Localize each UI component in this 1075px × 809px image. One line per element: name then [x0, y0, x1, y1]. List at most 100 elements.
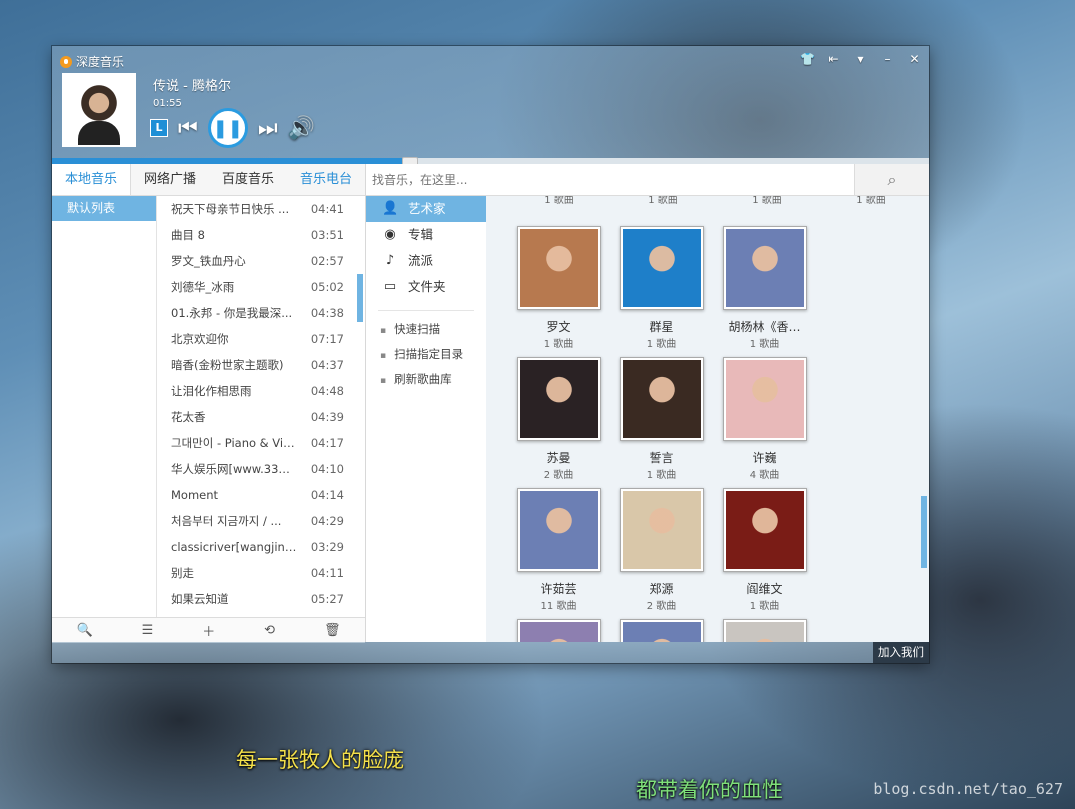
artist-name: 许茹芸 [540, 582, 577, 596]
song-row[interactable]: 01.永邦 - 你是我最深... 04:38 [156, 300, 352, 326]
artist-photo [722, 488, 807, 572]
repeat-icon[interactable]: ⟲ [264, 623, 275, 638]
song-row[interactable]: 让泪化作相思雨 04:48 [156, 378, 352, 404]
artist-tile[interactable]: 胡杨林《香… 1 歌曲 [713, 226, 816, 357]
category-folder[interactable]: ▭ 文件夹 [366, 274, 486, 300]
tab-baidu-music[interactable]: 百度音乐 [209, 164, 287, 195]
loop-mode-button[interactable]: L [150, 119, 168, 137]
category-artist[interactable]: 👤 艺术家 [366, 196, 486, 222]
tab-music-radio[interactable]: 音乐电台 [287, 164, 365, 195]
song-list-scrollbar[interactable] [357, 274, 363, 322]
song-row[interactable]: 暗香(金粉世家主题歌) 04:37 [156, 352, 352, 378]
artist-name: 郑源 [649, 582, 674, 596]
artist-name: 许巍 [752, 451, 777, 465]
search-input[interactable] [366, 164, 852, 195]
category-genre[interactable]: ♪ 流派 [366, 248, 486, 274]
song-name: 如果云知道 [171, 592, 229, 606]
skin-icon[interactable]: 👕 [800, 52, 815, 66]
artist-photo [722, 619, 807, 642]
watermark: blog.csdn.net/tao_627 [873, 780, 1063, 798]
main-body: 本地音乐 网络广播 百度音乐 音乐电台 默认列表 祝天下母亲节日快乐 ... 04… [52, 164, 929, 643]
song-row[interactable]: 华人娱乐网[www.33… 04:10 [156, 456, 352, 482]
artist-count: 1 歌曲 [752, 196, 782, 206]
artist-count: 1 歌曲 [856, 196, 886, 206]
artist-count: 11 歌曲 [540, 601, 577, 612]
song-name: Moment [171, 488, 219, 502]
search-bar: ⌕ [366, 164, 929, 196]
artist-tile[interactable]: 陈奕迅1 歌曲 [610, 619, 713, 642]
source-tabs: 本地音乐 网络广播 百度音乐 音乐电台 [52, 164, 365, 196]
song-row[interactable]: 花太香 04:39 [156, 404, 352, 430]
minimize-button[interactable]: – [881, 52, 894, 66]
playlist-default[interactable]: 默认列表 [52, 196, 156, 221]
artist-tile[interactable]: 许茹芸 11 歌曲 [507, 488, 610, 619]
artist-count: 4 歌曲 [749, 470, 780, 481]
artist-tile[interactable]: 许巍 4 歌曲 [713, 357, 816, 488]
search-button[interactable]: ⌕ [854, 164, 929, 195]
app-title-text: 深度音乐 [76, 55, 125, 69]
artist-grid-scrollbar[interactable] [921, 496, 927, 568]
song-duration: 04:48 [310, 384, 344, 398]
song-row[interactable]: 罗文_铁血丹心 02:57 [156, 248, 352, 274]
artist-photo [516, 226, 601, 310]
tab-local-music[interactable]: 本地音乐 [52, 164, 131, 195]
mini-mode-icon[interactable]: ⇤ [827, 52, 840, 66]
artist-tile[interactable]: 罗文 1 歌曲 [507, 226, 610, 357]
pause-button[interactable]: ❚❚ [207, 108, 248, 148]
delete-icon[interactable]: 🗑 [324, 623, 341, 638]
category-label: 艺术家 [408, 201, 446, 216]
artist-photo [619, 357, 704, 441]
song-duration: 05:02 [310, 280, 344, 294]
artist-photo [619, 488, 704, 572]
song-name: 처음부터 지금까지 / ... [171, 514, 282, 528]
song-row[interactable]: classicriver[wangjiny… 03:29 [156, 534, 352, 560]
add-icon[interactable]: ＋ [202, 621, 215, 640]
artist-grid-panel: 1 歌曲 1 歌曲 1 歌曲 1 歌曲 罗文 1 歌曲 群星 1 歌曲 胡杨林《香… 1 … [486, 196, 929, 642]
song-row[interactable]: 如果云知道 05:27 [156, 586, 352, 612]
song-name: 그대만이 - Piano & Vi… [171, 436, 295, 450]
artist-tile[interactable]: 郑源 2 歌曲 [610, 488, 713, 619]
list-icon[interactable]: ☰ [142, 623, 154, 638]
playback-controls: L ⏮ ❚❚ ⏭ 🔊 [150, 108, 315, 148]
song-name: 暗香(金粉世家主题歌) [171, 358, 284, 372]
divider [378, 310, 474, 311]
artist-name: 苏曼 [546, 451, 571, 465]
song-row[interactable]: 别走 04:11 [156, 560, 352, 586]
artist-tile[interactable]: 阎维文 1 歌曲 [713, 488, 816, 619]
artist-photo [516, 357, 601, 441]
song-row[interactable]: 曲目 8 03:51 [156, 222, 352, 248]
volume-icon[interactable]: 🔊 [288, 116, 315, 141]
artist-tile[interactable]: 苏曼 2 歌曲 [507, 357, 610, 488]
menu-dropdown-icon[interactable]: ▾ [854, 52, 867, 66]
artist-tile[interactable]: 誓言 1 歌曲 [610, 357, 713, 488]
previous-icon[interactable]: ⏮ [178, 116, 198, 141]
song-row[interactable]: 刘德华_冰雨 05:02 [156, 274, 352, 300]
join-us-button[interactable]: 加入我们 [873, 642, 929, 663]
artist-name: 阎维文 [746, 582, 783, 596]
song-row[interactable]: 北京欢迎你 07:17 [156, 326, 352, 352]
tab-net-radio[interactable]: 网络广播 [131, 164, 209, 195]
quick-scan-link[interactable]: 快速扫描 [366, 317, 486, 342]
close-button[interactable]: ✕ [908, 52, 921, 66]
next-icon[interactable]: ⏭ [258, 116, 278, 141]
refresh-library-link[interactable]: 刷新歌曲库 [366, 367, 486, 392]
song-name: 刘德华_冰雨 [171, 280, 235, 294]
artist-tile[interactable]: 群星 1 歌曲 [610, 226, 713, 357]
music-note-icon: ♪ [385, 253, 395, 268]
app-logo-icon [60, 55, 72, 68]
song-row[interactable]: Moment 04:14 [156, 482, 352, 508]
song-row[interactable]: 祝天下母亲节日快乐 ... 04:41 [156, 196, 352, 222]
artist-count: 1 歌曲 [544, 196, 574, 206]
song-duration: 03:29 [310, 540, 344, 554]
search-icon[interactable]: 🔍 [76, 623, 92, 638]
now-playing-title: 传说 - 腾格尔 [153, 79, 231, 94]
artist-tile[interactable]: 阿桑1 歌曲 [507, 619, 610, 642]
song-name: 华人娱乐网[www.33… [171, 462, 290, 476]
song-row[interactable]: 처음부터 지금까지 / ... 04:29 [156, 508, 352, 534]
category-label: 专辑 [408, 227, 434, 242]
artist-tile[interactable]: 陈慧琳2 歌曲 [713, 619, 816, 642]
scan-directory-link[interactable]: 扫描指定目录 [366, 342, 486, 367]
song-duration: 04:14 [310, 488, 344, 502]
song-row[interactable]: 그대만이 - Piano & Vi… 04:17 [156, 430, 352, 456]
category-album[interactable]: ◉ 专辑 [366, 222, 486, 248]
